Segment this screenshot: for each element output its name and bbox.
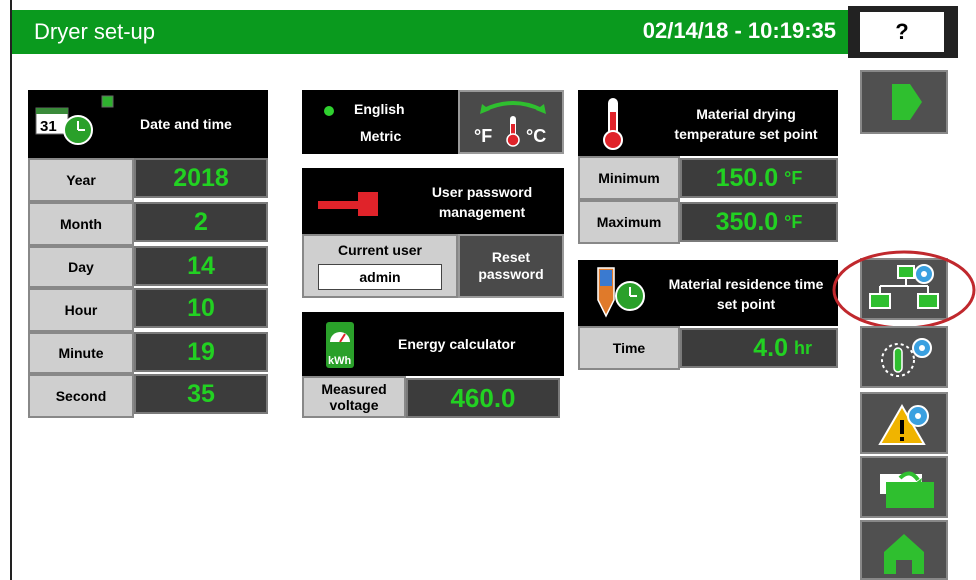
time-unit: hr: [794, 337, 812, 358]
minimum-unit: °F: [784, 167, 803, 188]
time-number: 4.0: [753, 333, 788, 362]
file-transfer-button[interactable]: [860, 456, 948, 518]
language-indicator-led: [324, 106, 334, 116]
datetime-display: 02/14/18 - 10:19:35: [642, 18, 836, 43]
reset-password-button[interactable]: Reset password: [458, 234, 564, 298]
minimum-value[interactable]: 150.0 °F: [680, 158, 838, 198]
home-icon: [884, 534, 924, 574]
residence-time-title: Material residence time set point: [668, 276, 824, 312]
second-value[interactable]: 35: [134, 374, 268, 414]
time-label: Time: [578, 326, 680, 370]
hour-label: Hour: [28, 288, 134, 332]
password-panel-header: User password management: [302, 168, 564, 234]
residence-time-header: Material residence time set point: [578, 260, 838, 326]
date-time-title: Date and time: [140, 116, 232, 132]
energy-panel-title: Energy calculator: [398, 336, 516, 352]
minute-label: Minute: [28, 332, 134, 374]
kwh-text: kWh: [328, 355, 352, 367]
second-label: Second: [28, 374, 134, 418]
timer-settings-button[interactable]: [860, 326, 948, 388]
warning-gear-icon: [878, 404, 929, 445]
time-value[interactable]: 4.0 hr: [680, 328, 838, 368]
current-user-value: admin: [318, 264, 442, 290]
day-value[interactable]: 14: [134, 246, 268, 286]
month-label: Month: [28, 202, 134, 246]
help-button[interactable]: ?: [858, 10, 946, 54]
hour-value[interactable]: 10: [134, 288, 268, 328]
calendar-clock-icon: 31: [35, 95, 114, 145]
arrow-right-icon: [892, 84, 922, 120]
year-label: Year: [28, 158, 134, 202]
celsius-label: °C: [526, 126, 546, 146]
home-button[interactable]: [860, 520, 948, 580]
minute-value[interactable]: 19: [134, 332, 268, 372]
drying-temp-title: Material drying temperature set point: [674, 106, 818, 142]
maximum-label: Maximum: [578, 200, 680, 244]
next-screen-button[interactable]: [860, 70, 948, 134]
current-user-label: Current user: [337, 242, 423, 258]
minimum-number: 150.0: [715, 163, 779, 192]
kwh-meter-icon: kWh: [326, 322, 354, 368]
units-label: Metric: [360, 128, 402, 144]
voltage-value[interactable]: 460.0: [406, 378, 560, 418]
units-panel[interactable]: English Metric: [302, 90, 458, 154]
calendar-day: 31: [40, 118, 57, 135]
language-label: English: [354, 101, 405, 117]
hopper-clock-icon: [597, 267, 645, 318]
temperature-unit-toggle[interactable]: °F °C: [458, 90, 564, 154]
title-bar: Dryer set-up 02/14/18 - 10:19:35: [12, 10, 848, 54]
current-user-box: Current user admin: [302, 234, 458, 298]
password-panel-title: User password management: [431, 184, 533, 220]
minimum-label: Minimum: [578, 156, 680, 200]
fahrenheit-label: °F: [474, 126, 492, 146]
day-label: Day: [28, 246, 134, 288]
page-title: Dryer set-up: [34, 19, 156, 44]
thermometer-swap-icon: °F °C: [474, 101, 546, 147]
voltage-label: Measured voltage: [302, 376, 406, 418]
folder-transfer-icon: [880, 471, 934, 508]
alarm-settings-button[interactable]: [860, 392, 948, 454]
drying-temp-header: Material drying temperature set point: [578, 90, 838, 156]
month-value[interactable]: 2: [134, 202, 268, 242]
maximum-unit: °F: [784, 211, 803, 232]
year-value[interactable]: 2018: [134, 158, 268, 198]
date-time-header: 31 Date and time: [28, 90, 268, 158]
timer-gear-icon: [881, 338, 932, 377]
highlight-ring: [832, 250, 976, 330]
key-icon: [318, 192, 378, 216]
maximum-number: 350.0: [715, 207, 779, 236]
energy-panel-header: kWh Energy calculator: [302, 312, 564, 376]
maximum-value[interactable]: 350.0 °F: [680, 202, 838, 242]
thermometer-icon: [603, 98, 623, 150]
